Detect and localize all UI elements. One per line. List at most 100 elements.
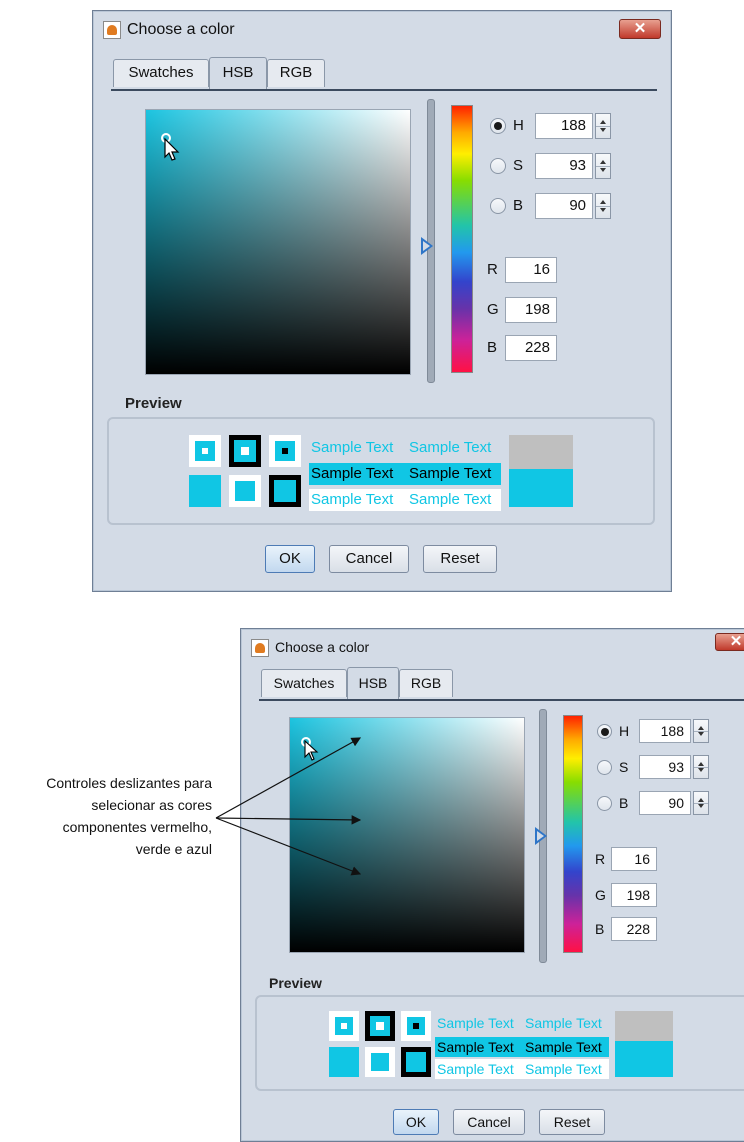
h-field-2[interactable]: 188 (639, 719, 691, 743)
s-radio-2[interactable] (597, 760, 612, 775)
preview-swatch-1 (189, 435, 221, 467)
b-spinner[interactable] (595, 193, 611, 219)
preview-swatch-5 (229, 475, 261, 507)
window-title: Choose a color (127, 21, 235, 38)
annotation-line-2: selecionar as cores (91, 797, 212, 813)
s-field[interactable]: 93 (535, 153, 593, 179)
annotation-line-1: Controles deslizantes para (46, 775, 212, 791)
s-radio[interactable] (490, 158, 506, 174)
preview-swatch-4-2 (329, 1047, 359, 1077)
h-radio[interactable] (490, 118, 506, 134)
sample-text-3a-2: Sample Text (437, 1061, 514, 1077)
preview-panel-2: Sample Text Sample Text Sample Text Samp… (255, 995, 744, 1091)
s-spinner-2[interactable] (693, 755, 709, 779)
h-label: H (513, 117, 524, 134)
title-bar-2: Choose a color ✕ (241, 629, 744, 669)
sample-text-2b-2: Sample Text (525, 1039, 602, 1055)
java-app-icon-2 (251, 639, 269, 657)
java-app-icon (103, 21, 121, 39)
tab-rgb[interactable]: RGB (267, 59, 325, 87)
sample-text-3b-2: Sample Text (525, 1061, 602, 1077)
r-label-2: R (595, 851, 606, 867)
b-rgb-label-2: B (595, 921, 605, 937)
preview-swatch-1-2 (329, 1011, 359, 1041)
reset-button[interactable]: Reset (423, 545, 497, 573)
tab-swatches-2[interactable]: Swatches (261, 669, 347, 697)
preview-swatch-6 (269, 475, 301, 507)
color-chooser-dialog: Choose a color ✕ Swatches HSB RGB H 188 … (92, 10, 672, 592)
annotation-line-3: componentes vermelho, (62, 819, 212, 835)
color-chooser-dialog-2: Choose a color ✕ Swatches HSB RGB H 188 … (240, 628, 744, 1142)
b-radio-2[interactable] (597, 796, 612, 811)
b-label: B (513, 197, 524, 214)
r-field-2: 16 (611, 847, 657, 871)
s-label: S (513, 157, 524, 174)
b-rgb-field: 228 (505, 335, 557, 361)
b-rgb-field-2: 228 (611, 917, 657, 941)
sample-text-1b-2: Sample Text (525, 1015, 602, 1031)
tab-divider (111, 89, 657, 91)
previous-color-swatch (509, 435, 573, 469)
tab-swatches[interactable]: Swatches (113, 59, 209, 87)
sample-text-2a: Sample Text (311, 465, 394, 482)
annotation-line-4: verde e azul (135, 841, 212, 857)
preview-panel: Sample Text Sample Text Sample Text Samp… (107, 417, 655, 525)
cancel-button[interactable]: Cancel (329, 545, 409, 573)
h-field[interactable]: 188 (535, 113, 593, 139)
mouse-pointer-icon-2 (304, 739, 319, 761)
close-button[interactable]: ✕ (619, 19, 661, 39)
sample-text-1b: Sample Text (409, 439, 492, 456)
tab-hsb[interactable]: HSB (209, 57, 267, 89)
window-title-2: Choose a color (275, 639, 370, 655)
sample-text-3b: Sample Text (409, 491, 492, 508)
preview-swatch-4 (189, 475, 221, 507)
b-field[interactable]: 90 (535, 193, 593, 219)
h-label-2: H (619, 723, 630, 739)
sample-text-2b: Sample Text (409, 465, 492, 482)
g-field: 198 (505, 297, 557, 323)
annotation-text: Controles deslizantes para selecionar as… (20, 772, 212, 860)
b-field-2[interactable]: 90 (639, 791, 691, 815)
b-spinner-2[interactable] (693, 791, 709, 815)
h-spinner[interactable] (595, 113, 611, 139)
g-field-2: 198 (611, 883, 657, 907)
ok-button[interactable]: OK (265, 545, 315, 573)
sample-text-2a-2: Sample Text (437, 1039, 514, 1055)
g-label-2: G (595, 887, 606, 903)
h-radio-2[interactable] (597, 724, 612, 739)
sample-text-3a: Sample Text (311, 491, 394, 508)
hue-slider-thumb-2[interactable] (535, 827, 547, 845)
h-spinner-2[interactable] (693, 719, 709, 743)
preview-label: Preview (125, 395, 182, 412)
s-field-2[interactable]: 93 (639, 755, 691, 779)
preview-label-2: Preview (269, 975, 322, 991)
preview-swatch-2 (229, 435, 261, 467)
tab-rgb-2[interactable]: RGB (399, 669, 453, 697)
ok-button-2[interactable]: OK (393, 1109, 439, 1135)
tab-hsb-2[interactable]: HSB (347, 667, 399, 699)
r-field: 16 (505, 257, 557, 283)
hue-spectrum-strip (451, 105, 473, 373)
cancel-button-2[interactable]: Cancel (453, 1109, 525, 1135)
reset-button-2[interactable]: Reset (539, 1109, 605, 1135)
r-label: R (487, 261, 498, 278)
mouse-pointer-icon (164, 137, 180, 161)
preview-swatch-6-2 (401, 1047, 431, 1077)
b-label-2: B (619, 795, 629, 811)
preview-swatch-3 (269, 435, 301, 467)
title-bar: Choose a color ✕ (93, 11, 671, 51)
tab-divider-2 (259, 699, 744, 701)
new-color-swatch-2 (615, 1041, 673, 1077)
s-spinner[interactable] (595, 153, 611, 179)
hue-slider-thumb[interactable] (421, 237, 433, 255)
close-button-2[interactable]: ✕ (715, 633, 744, 651)
sample-text-1a-2: Sample Text (437, 1015, 514, 1031)
b-radio[interactable] (490, 198, 506, 214)
preview-swatch-3-2 (401, 1011, 431, 1041)
saturation-brightness-square-2[interactable] (289, 717, 525, 953)
new-color-swatch (509, 469, 573, 507)
hue-spectrum-strip-2 (563, 715, 583, 953)
g-label: G (487, 301, 499, 318)
preview-swatch-5-2 (365, 1047, 395, 1077)
preview-swatch-2-2 (365, 1011, 395, 1041)
